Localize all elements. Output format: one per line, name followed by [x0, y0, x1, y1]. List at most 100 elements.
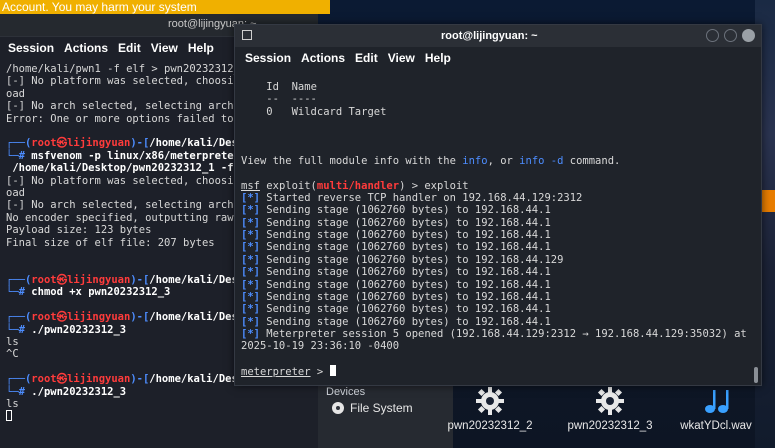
gear-icon [475, 386, 505, 416]
prompt-hash: └─# [6, 149, 32, 162]
cursor[interactable] [329, 364, 336, 376]
cursor [6, 410, 12, 422]
info-prefix: View the full module info with the [241, 155, 463, 168]
prompt-path: /home/kali/Des [149, 137, 238, 150]
menu-actions[interactable]: Actions [64, 41, 108, 55]
prompt-user: root [31, 273, 57, 286]
status-star: [*] [241, 290, 260, 303]
prompt-user: root [31, 137, 57, 150]
menu-session[interactable]: Session [8, 41, 54, 55]
line: [-] No platform was selected, choosin [6, 75, 240, 88]
prompt-sep: )-[ [130, 373, 150, 386]
menu-help[interactable]: Help [425, 51, 451, 65]
status-star: [*] [241, 204, 260, 217]
stage-line: Sending stage (1062760 bytes) to 192.168… [266, 204, 551, 217]
front-terminal-menubar: Session Actions Edit View Help [235, 47, 761, 69]
prompt-path: /home/kali/Des [149, 273, 238, 286]
status-star: [*] [241, 315, 260, 328]
close-button[interactable] [742, 29, 755, 42]
line: No encoder specified, outputting raw [6, 211, 234, 224]
exploit-close: ) > exploit [399, 179, 469, 192]
warning-banner: Account. You may harm your system [0, 0, 330, 14]
status-star: [*] [241, 278, 260, 291]
line: oad [6, 87, 25, 100]
menu-session[interactable]: Session [245, 51, 291, 65]
prompt-at: ㉿ [56, 373, 68, 386]
front-terminal-output[interactable]: Id Name -- ---- 0 Wildcard Target View t… [241, 81, 747, 378]
timestamp: 2025-10-19 23:36:10 -0400 [241, 340, 400, 353]
file-system-item[interactable]: File System [332, 401, 413, 415]
table-header-name: Name [291, 81, 317, 93]
prompt-user: root [31, 373, 57, 386]
status-star: [*] [241, 229, 260, 242]
music-note-icon [701, 386, 731, 416]
file-manager-sidebar: Devices File System [318, 386, 453, 448]
prompt-host: lijingyuan [67, 273, 131, 286]
stage-line: Sending stage (1062760 bytes) to 192.168… [266, 303, 551, 316]
menu-help[interactable]: Help [188, 41, 214, 55]
info-mid: , or [487, 155, 520, 168]
desktop-icon-label: pwn20232312_3 [567, 420, 653, 432]
minimize-button[interactable] [706, 29, 719, 42]
menu-view[interactable]: View [151, 41, 178, 55]
prompt-suffix: > [310, 365, 330, 378]
line: [-] No arch selected, selecting arch: [6, 100, 240, 113]
menu-edit[interactable]: Edit [118, 41, 141, 55]
desktop-icon-pwn2[interactable]: pwn20232312_2 [440, 386, 540, 432]
menu-edit[interactable]: Edit [355, 51, 378, 65]
cmd-msfvenom-cont: /home/kali/Desktop/pwn20232312_1 -f [6, 162, 234, 175]
line: [-] No platform was selected, choosin [6, 174, 240, 187]
line: ls [6, 397, 19, 410]
front-terminal-title: root@lijingyuan: ~ [441, 30, 538, 42]
status-star: [*] [241, 253, 260, 266]
prompt-sep: )-[ [130, 311, 150, 324]
line: [-] No arch selected, selecting arch: [6, 199, 240, 212]
line: ls [6, 335, 19, 348]
prompt-at: ㉿ [56, 273, 68, 286]
scrollbar-thumb[interactable] [754, 367, 758, 383]
terminal-icon [242, 30, 252, 40]
prompt-host: lijingyuan [67, 137, 131, 150]
desktop-icon-label: wkatYDcl.wav [680, 420, 752, 432]
prompt-hash: └─# [6, 323, 32, 336]
maximize-button[interactable] [724, 29, 737, 42]
line: Payload size: 123 bytes [6, 224, 152, 237]
prompt-path: /home/kali/Des [149, 373, 238, 386]
prompt-sep: )-[ [130, 137, 150, 150]
prompt-host: lijingyuan [67, 373, 131, 386]
stage-line: Sending stage (1062760 bytes) to 192.168… [266, 290, 551, 303]
file-system-label: File System [350, 401, 413, 415]
cmd-run: ./pwn20232312_3 [31, 385, 127, 398]
stage-line: Sending stage (1062760 bytes) to 192.168… [266, 216, 551, 229]
cmd-chmod-arg: pwn20232312_3 [88, 286, 171, 299]
menu-view[interactable]: View [388, 51, 415, 65]
desktop-wallpaper-accent [761, 190, 775, 212]
status-star: [*] [241, 241, 260, 254]
status-star: [*] [241, 192, 260, 205]
prompt-corner: ┌──( [6, 137, 32, 150]
info-cmd: info -d [519, 155, 564, 168]
front-terminal-titlebar[interactable]: root@lijingyuan: ~ [235, 25, 761, 47]
front-terminal-window[interactable]: root@lijingyuan: ~ Session Actions Edit … [234, 24, 762, 386]
drive-icon [332, 402, 344, 414]
prompt-at: ㉿ [56, 311, 68, 324]
desktop-icon-wav[interactable]: wkatYDcl.wav [666, 386, 766, 432]
desktop-icon-pwn3[interactable]: pwn20232312_3 [560, 386, 660, 432]
prompt-corner: ┌──( [6, 373, 32, 386]
status-star: [*] [241, 303, 260, 316]
module-name: multi/handler [316, 179, 400, 192]
status-star: [*] [241, 266, 260, 279]
menu-actions[interactable]: Actions [301, 51, 345, 65]
table-row-name: Wildcard Target [291, 105, 387, 118]
table-row-id: 0 [266, 105, 273, 118]
exploit-label: exploit( [266, 179, 317, 192]
info-word: info [462, 155, 488, 168]
prompt-host: lijingyuan [67, 311, 131, 324]
status-star: [*] [241, 327, 260, 340]
stage-line: Sending stage (1062760 bytes) to 192.168… [266, 253, 564, 266]
prompt-corner: ┌──( [6, 311, 32, 324]
stage-line: Sending stage (1062760 bytes) to 192.168… [266, 315, 551, 328]
session-opened-line: Meterpreter session 5 opened (192.168.44… [266, 327, 747, 340]
scrollbar[interactable] [754, 73, 758, 385]
line: Final size of elf file: 207 bytes [6, 236, 215, 249]
